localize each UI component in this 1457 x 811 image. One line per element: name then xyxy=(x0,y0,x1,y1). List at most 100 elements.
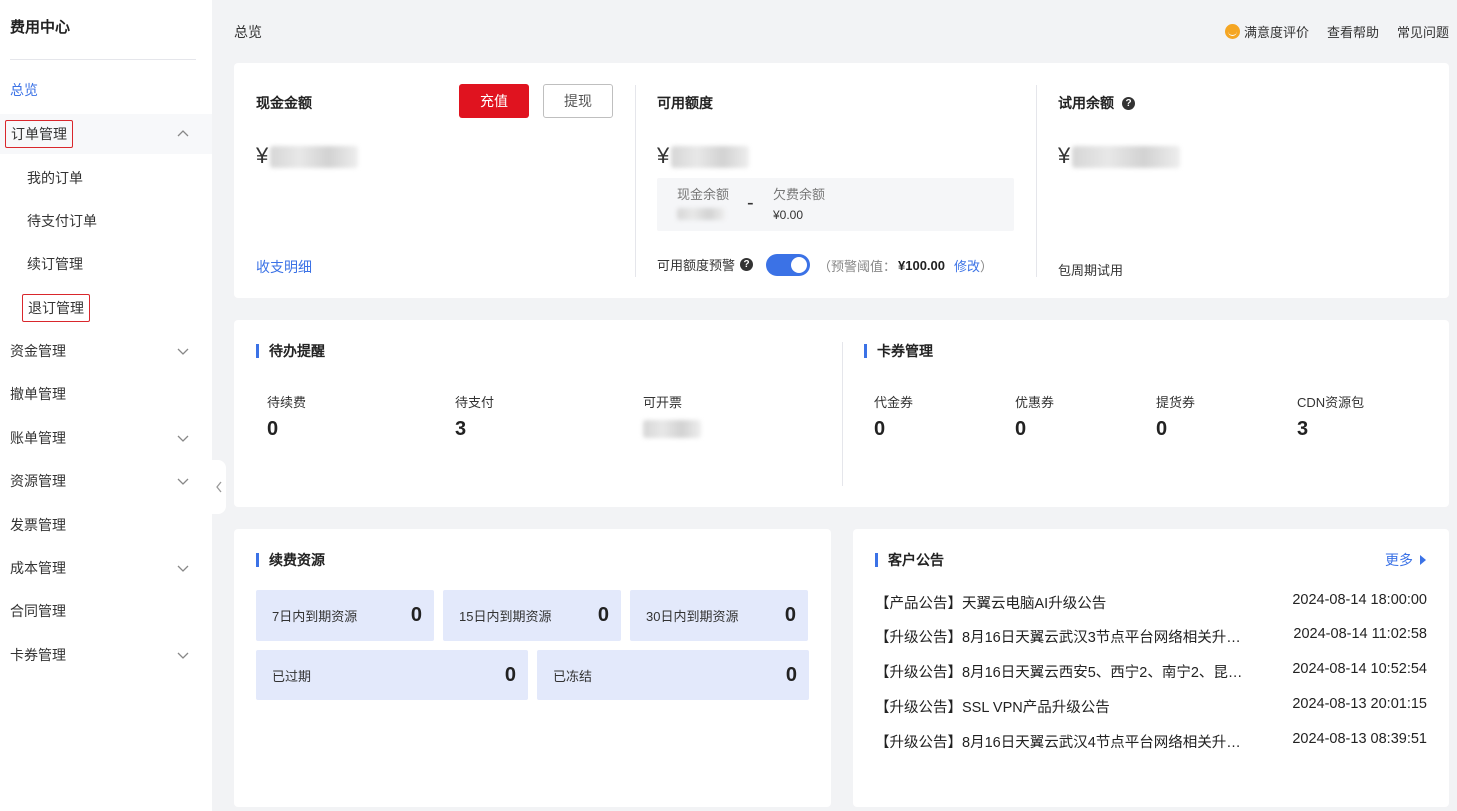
renew-label: 已冻结 xyxy=(553,668,593,684)
divider xyxy=(842,342,843,486)
chevron-down-icon xyxy=(177,652,189,659)
sidebar-item-label: 总览 xyxy=(10,82,38,98)
credit-alert-row: 可用额度预警 ? xyxy=(657,255,754,274)
notice-time: 2024-08-14 18:00:00 xyxy=(1292,592,1427,608)
stat-label: 优惠券 xyxy=(1015,395,1055,410)
currency-symbol: ¥ xyxy=(657,143,670,168)
sidebar-item-label: 合同管理 xyxy=(10,603,66,619)
cash-label: 现金金额 xyxy=(256,95,312,111)
notice-item[interactable]: 【升级公告】8月16日天翼云西安5、西宁2、南宁2、昆明2节点升级公告 2024… xyxy=(875,661,1427,681)
chevron-up-icon xyxy=(177,130,189,137)
reminder-card: 待办提醒 待续费 0 待支付 3 可开票 卡券管理 代金券 0 优惠券 0 提货… xyxy=(234,320,1449,507)
transaction-detail-link[interactable]: 收支明细 xyxy=(256,257,312,277)
sidebar-item-cost-management[interactable]: 成本管理 xyxy=(0,548,212,588)
notice-item[interactable]: 【产品公告】天翼云电脑AI升级公告 2024-08-14 18:00:00 xyxy=(875,592,1427,612)
renew-value: 0 xyxy=(597,604,609,626)
renewal-card: 续费资源 7日内到期资源 0 15日内到期资源 0 30日内到期资源 0 已过期… xyxy=(234,529,831,807)
satisfaction-link[interactable]: 满意度评价 xyxy=(1224,22,1309,41)
sidebar-item-label: 待支付订单 xyxy=(27,213,97,229)
sidebar-item-label: 退订管理 xyxy=(22,294,90,322)
notice-text: 【升级公告】8月16日天翼云武汉4节点平台网络相关升级公告 xyxy=(875,735,1253,751)
sidebar-item-renewal-management[interactable]: 续订管理 xyxy=(0,244,212,284)
redacted-value xyxy=(643,420,701,438)
stat-label: 可开票 xyxy=(643,395,683,410)
renew-value: 0 xyxy=(410,604,422,626)
caret-right-icon xyxy=(1420,555,1426,565)
sidebar-item-invoice-management[interactable]: 发票管理 xyxy=(0,505,212,545)
more-notices-link[interactable]: 更多 xyxy=(1385,550,1427,570)
renew-stat-box[interactable]: 已过期 0 xyxy=(256,650,528,700)
notice-item[interactable]: 【升级公告】8月16日天翼云武汉3节点平台网络相关升级公告 2024-08-14… xyxy=(875,626,1427,646)
sidebar-item-my-orders[interactable]: 我的订单 xyxy=(0,158,212,198)
help-link[interactable]: 查看帮助 xyxy=(1327,22,1379,41)
notice-item[interactable]: 【升级公告】8月16日天翼云武汉4节点平台网络相关升级公告 2024-08-13… xyxy=(875,731,1427,751)
sidebar-item-resource-management[interactable]: 资源管理 xyxy=(0,461,212,501)
faq-link[interactable]: 常见问题 xyxy=(1397,22,1449,41)
stat-value[interactable]: 3 xyxy=(455,418,466,441)
notice-item[interactable]: 【升级公告】SSL VPN产品升级公告 2024-08-13 20:01:15 xyxy=(875,696,1427,716)
sidebar-item-label: 账单管理 xyxy=(10,430,66,446)
sidebar-collapse-button[interactable] xyxy=(212,460,226,514)
sidebar-divider xyxy=(10,59,196,60)
stat-value[interactable]: 3 xyxy=(1297,418,1308,441)
notice-text: 【产品公告】天翼云电脑AI升级公告 xyxy=(875,596,1107,612)
sidebar-item-overview[interactable]: 总览 xyxy=(0,70,212,110)
sidebar-item-unsubscribe-management[interactable]: 退订管理 xyxy=(0,288,212,328)
sidebar-item-fund-management[interactable]: 资金管理 xyxy=(0,331,212,371)
threshold-label: （预警阈值： xyxy=(818,259,897,274)
stat-value[interactable]: 0 xyxy=(874,418,885,441)
sidebar-item-bill-management[interactable]: 账单管理 xyxy=(0,418,212,458)
help-icon[interactable]: ? xyxy=(1122,96,1135,110)
breadcrumb: 总览 xyxy=(234,24,262,40)
sidebar-item-label: 撤单管理 xyxy=(10,386,66,402)
renew-stat-box[interactable]: 已冻结 0 xyxy=(537,650,809,700)
sidebar: 费用中心 总览 订单管理 我的订单 待支付订单 续订管理 退订管理 资金管理 撤… xyxy=(0,0,212,811)
chevron-left-icon xyxy=(216,481,222,493)
stat-value[interactable]: 0 xyxy=(267,418,278,441)
renew-stat-box[interactable]: 30日内到期资源 0 xyxy=(630,590,808,641)
recharge-button[interactable]: 充值 xyxy=(459,84,529,118)
threshold-info: （预警阈值： ¥100.00 修改 ） xyxy=(818,256,993,275)
chevron-down-icon xyxy=(177,478,189,485)
renew-stat-box[interactable]: 15日内到期资源 0 xyxy=(443,590,621,641)
renew-label: 7日内到期资源 xyxy=(272,609,358,624)
currency-symbol: ¥ xyxy=(1058,143,1071,168)
renew-value: 0 xyxy=(504,663,516,686)
stat-label: 代金券 xyxy=(874,395,914,410)
credit-alert-toggle[interactable] xyxy=(766,254,810,276)
redacted-value xyxy=(671,146,750,169)
notice-time: 2024-08-14 11:02:58 xyxy=(1293,626,1427,642)
modify-threshold-link[interactable]: 修改 xyxy=(954,256,980,275)
sidebar-item-coupon-management[interactable]: 卡券管理 xyxy=(0,635,212,675)
sidebar-item-order-management[interactable]: 订单管理 xyxy=(0,114,212,154)
stat-value[interactable]: 0 xyxy=(1156,418,1167,441)
notice-card: 客户公告 更多 【产品公告】天翼云电脑AI升级公告 2024-08-14 18:… xyxy=(853,529,1449,807)
stat-label: CDN资源包 xyxy=(1297,395,1365,410)
stat-value[interactable]: 0 xyxy=(1015,418,1026,441)
trial-amount: ¥ xyxy=(1058,143,1181,169)
renew-stat-box[interactable]: 7日内到期资源 0 xyxy=(256,590,434,641)
sidebar-item-pending-orders[interactable]: 待支付订单 xyxy=(0,201,212,241)
satisfaction-label: 满意度评价 xyxy=(1243,25,1309,40)
renew-title: 续费资源 xyxy=(256,553,325,567)
sidebar-item-cancel-management[interactable]: 撤单管理 xyxy=(0,374,212,414)
currency-symbol: ¥ xyxy=(256,143,269,168)
divider xyxy=(635,85,636,277)
credit-breakdown: 现金余额 - 欠费余额 ¥0.00 xyxy=(657,178,1014,231)
smile-icon xyxy=(1224,24,1240,39)
threshold-close: ） xyxy=(980,259,994,274)
sidebar-item-label: 续订管理 xyxy=(27,256,83,272)
redacted-value xyxy=(270,146,359,169)
withdraw-button[interactable]: 提现 xyxy=(543,84,613,118)
coupons-title: 卡券管理 xyxy=(864,344,933,358)
help-icon[interactable]: ? xyxy=(740,258,754,271)
more-label: 更多 xyxy=(1385,552,1413,568)
sidebar-item-contract-management[interactable]: 合同管理 xyxy=(0,591,212,631)
renew-label: 15日内到期资源 xyxy=(459,609,552,624)
minus-sign: - xyxy=(747,192,754,214)
arrears-label: 欠费余额 xyxy=(773,187,826,202)
top-links: 满意度评价 查看帮助 常见问题 xyxy=(1224,22,1449,41)
notice-time: 2024-08-13 20:01:15 xyxy=(1292,696,1427,712)
notice-title: 客户公告 xyxy=(875,553,944,567)
cash-amount: ¥ xyxy=(256,143,359,169)
